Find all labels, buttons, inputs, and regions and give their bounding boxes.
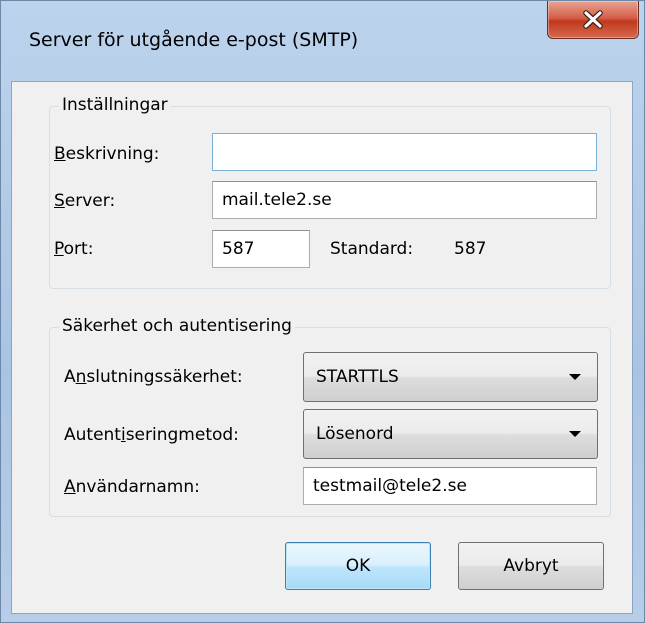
dialog-client-area: Inställningar Beskrivning: Server: mail.…: [11, 81, 633, 614]
server-label-rest: erver:: [64, 191, 116, 211]
port-label: Port:: [54, 239, 93, 259]
port-field[interactable]: 587: [212, 230, 310, 268]
description-field[interactable]: [212, 133, 597, 171]
chevron-down-icon: [569, 431, 581, 437]
default-port-label: Standard:: [330, 239, 414, 259]
username-accesskey: A: [64, 477, 76, 497]
close-icon: [583, 10, 603, 29]
auth-method-value: Lösenord: [316, 424, 394, 444]
window-title: Server för utgående e-post (SMTP): [29, 29, 359, 51]
dialog-window: Server för utgående e-post (SMTP) Instäl…: [0, 0, 645, 623]
server-field[interactable]: mail.tele2.se: [212, 181, 597, 219]
settings-legend: Inställningar: [59, 95, 171, 115]
connection-security-label: Anslutningssäkerhet:: [64, 367, 243, 387]
username-field[interactable]: testmail@tele2.se: [303, 467, 597, 505]
ok-button[interactable]: OK: [285, 542, 431, 590]
connection-security-select[interactable]: STARTTLS: [303, 352, 598, 402]
server-accesskey: S: [54, 191, 65, 211]
auth-method-select[interactable]: Lösenord: [303, 409, 598, 459]
auth-label-rest: seringmetod:: [125, 425, 239, 445]
default-port-value: 587: [454, 239, 487, 259]
title-bar[interactable]: Server för utgående e-post (SMTP): [1, 1, 644, 81]
description-label-rest: eskrivning:: [65, 144, 160, 164]
chevron-down-icon: [569, 374, 581, 380]
auth-method-label: Autentiseringmetod:: [64, 425, 239, 445]
auth-label-pre: Autent: [64, 425, 121, 445]
cancel-button[interactable]: Avbryt: [458, 542, 604, 590]
description-label: Beskrivning:: [54, 144, 159, 164]
port-accesskey: P: [54, 239, 64, 259]
username-label: Användarnamn:: [64, 477, 200, 497]
close-button[interactable]: [547, 1, 639, 39]
security-legend: Säkerhet och autentisering: [59, 316, 295, 336]
server-label: Server:: [54, 191, 115, 211]
username-label-rest: nvändarnamn:: [75, 477, 200, 497]
connection-security-value: STARTTLS: [316, 367, 399, 387]
connection-label-rest: slutningssäkerhet:: [86, 367, 243, 387]
connection-label-pre: A: [64, 367, 76, 387]
description-accesskey: B: [54, 144, 66, 164]
port-label-rest: ort:: [63, 239, 94, 259]
connection-accesskey: n: [75, 367, 87, 387]
